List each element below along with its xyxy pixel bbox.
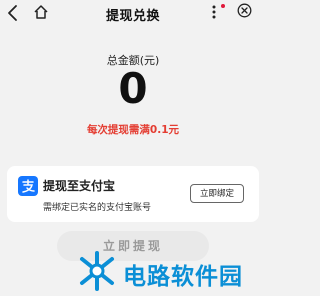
watermark-text: 电路软件园 (123, 264, 243, 290)
more-icon[interactable] (209, 3, 219, 21)
page-title: 提现兑换 (105, 9, 160, 24)
watermark-logo-icon (80, 251, 114, 291)
top-nav: 提现兑换 (0, 0, 266, 27)
watermark: 电路软件园 (76, 249, 266, 296)
alipay-icon (18, 176, 38, 196)
bind-now-button[interactable]: 立即绑定 (190, 184, 244, 203)
balance-value: 0 (118, 64, 148, 113)
withdraw-method-subtitle: 需绑定已实名的支付宝账号 (43, 203, 152, 213)
notification-dot (221, 4, 225, 8)
close-icon[interactable] (237, 3, 252, 18)
withdraw-method-title: 提现至支付宝 (43, 179, 116, 193)
alipay-withdraw-card: 提现至支付宝 需绑定已实名的支付宝账号 立即绑定 (7, 166, 259, 222)
minimum-withdraw-hint: 每次提现需满0.1元 (86, 124, 180, 136)
